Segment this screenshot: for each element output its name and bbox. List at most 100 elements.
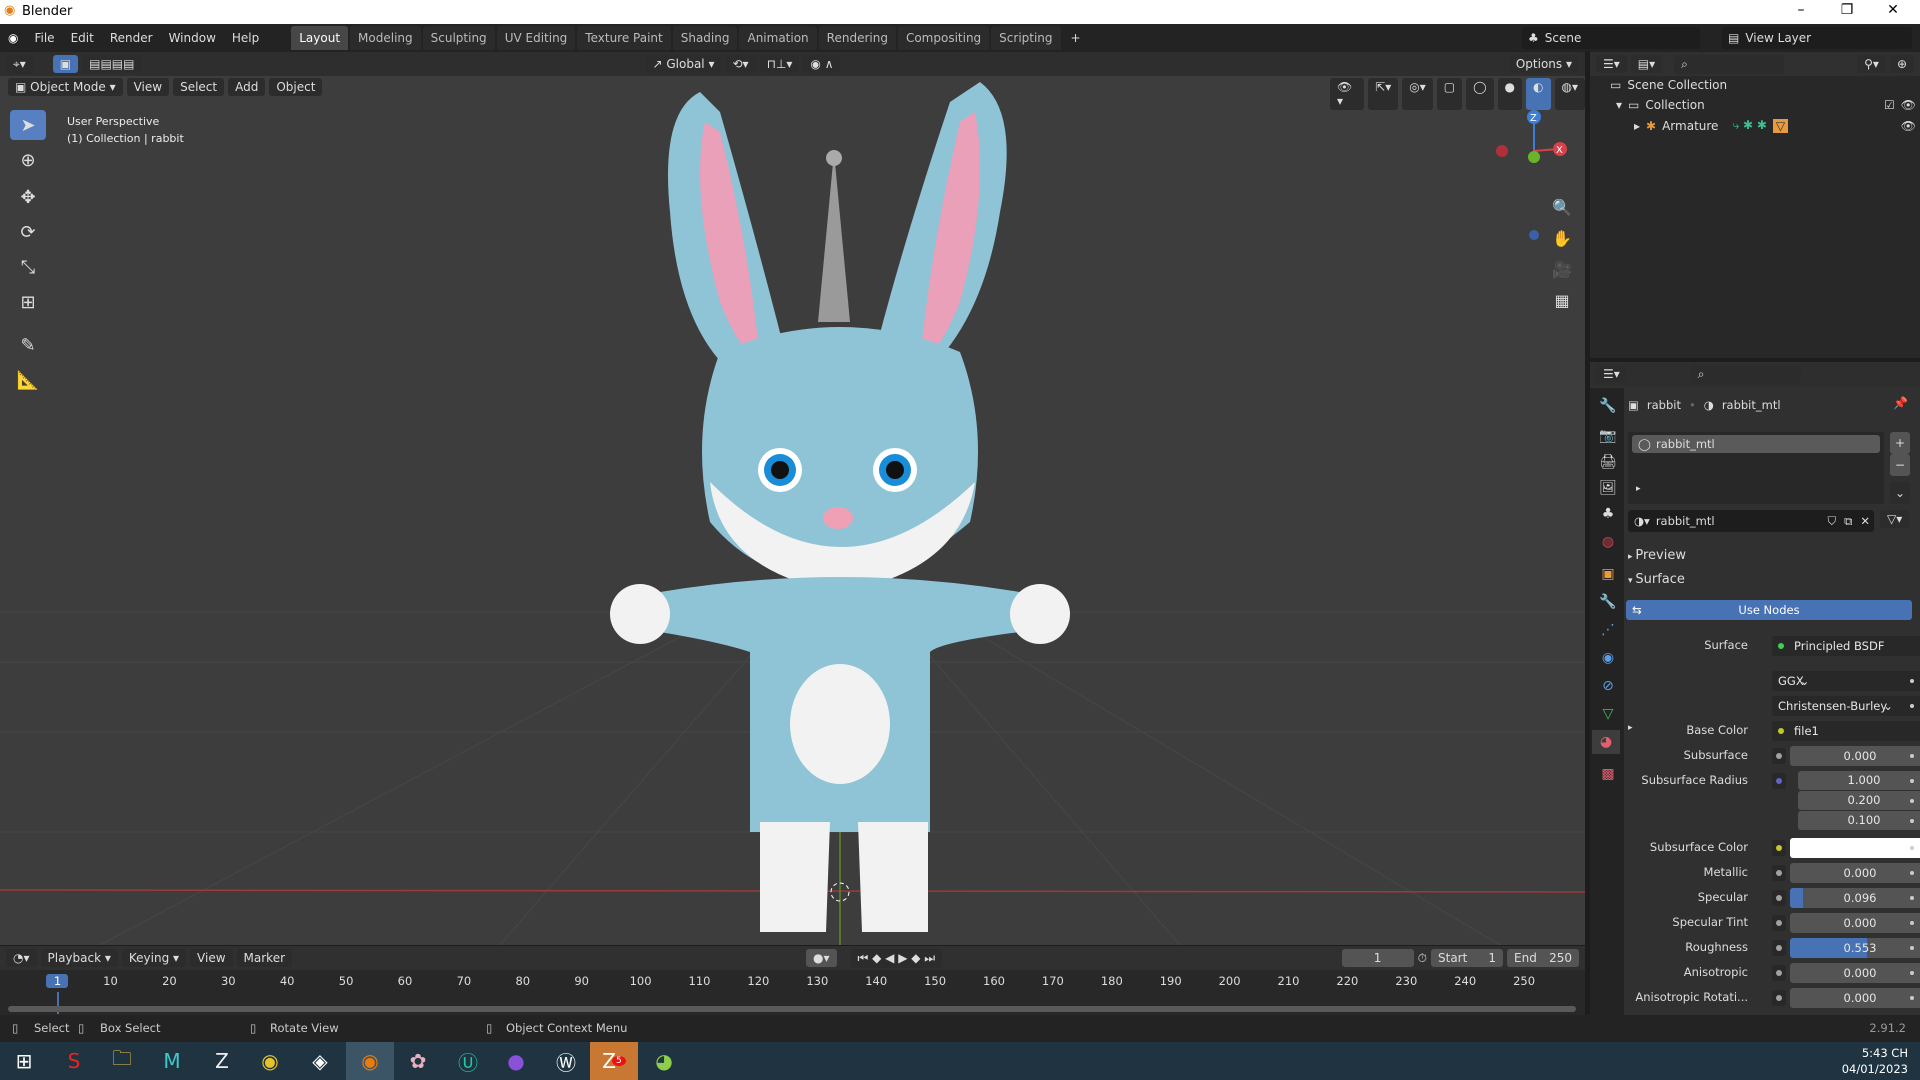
w-app-icon[interactable]: Ⓦ bbox=[542, 1042, 590, 1080]
auto-keying-icon[interactable]: ●▾ bbox=[806, 949, 837, 967]
menu-view[interactable]: View bbox=[126, 78, 170, 96]
tree-item-collection[interactable]: ▾ ▭ Collection ☑ 👁 bbox=[1616, 98, 1916, 112]
github-app-icon[interactable]: ● bbox=[492, 1042, 540, 1080]
socket-icon[interactable] bbox=[1772, 748, 1786, 764]
socket-icon[interactable] bbox=[1772, 915, 1786, 931]
display-mode-icon[interactable]: ☰▾ bbox=[1596, 55, 1627, 73]
timeline-scrollbar[interactable] bbox=[8, 1006, 1576, 1012]
select-tool-icon[interactable]: ➤ bbox=[10, 110, 46, 140]
surface-shader-field[interactable]: Principled BSDF bbox=[1772, 636, 1920, 656]
unlink-icon[interactable]: ✕ bbox=[1856, 514, 1874, 528]
tab-sculpting[interactable]: Sculpting bbox=[422, 26, 495, 50]
tab-object-icon[interactable]: ▣ bbox=[1596, 562, 1620, 586]
subsurface-radius-field[interactable]: 1.000 bbox=[1798, 771, 1920, 790]
properties-search[interactable]: ⌕ bbox=[1690, 364, 1801, 384]
xray-icon[interactable]: ▢ bbox=[1436, 78, 1463, 110]
tab-modifiers-icon[interactable]: 🔧 bbox=[1596, 590, 1620, 614]
tab-uv-editing[interactable]: UV Editing bbox=[496, 26, 576, 50]
specular-tint-slider[interactable]: 0.000 bbox=[1790, 913, 1920, 933]
panel-surface[interactable]: ▾ Surface bbox=[1628, 572, 1685, 587]
tab-texture-icon[interactable]: ▩ bbox=[1596, 762, 1620, 786]
tab-render-icon[interactable]: 📷 bbox=[1596, 424, 1620, 448]
menu-edit[interactable]: Edit bbox=[63, 31, 102, 45]
end-frame-field[interactable]: End 250 bbox=[1507, 949, 1579, 967]
fake-user-icon[interactable]: ⛉ bbox=[1824, 514, 1841, 529]
zoom-icon[interactable]: 🔍 bbox=[1547, 192, 1577, 223]
subsurface-radius-field[interactable]: 0.100 bbox=[1798, 811, 1920, 830]
editor-type-icon[interactable]: ◔▾ bbox=[6, 949, 37, 967]
camera-view-icon[interactable]: 🎥 bbox=[1547, 254, 1577, 285]
rotate-tool-icon[interactable]: ⟳ bbox=[10, 217, 46, 247]
material-slot-list[interactable]: ◯ rabbit_mtl ▸ bbox=[1628, 432, 1884, 504]
tab-view-layer-icon[interactable]: 🖼 bbox=[1596, 476, 1620, 500]
upwork-app-icon[interactable]: Ⓤ bbox=[444, 1042, 492, 1080]
subsurface-radius-field[interactable]: 0.200 bbox=[1798, 791, 1920, 810]
file-explorer-icon[interactable]: 🗀 bbox=[98, 1042, 146, 1080]
rabbit-model[interactable] bbox=[610, 82, 1070, 932]
playback-controls[interactable]: ⏮ ◆ ◀ ▶ ◆ ⏭ bbox=[850, 948, 943, 968]
menu-marker[interactable]: Marker bbox=[236, 949, 293, 967]
menu-keying[interactable]: Keying ▾ bbox=[121, 949, 187, 967]
shading-wireframe-icon[interactable]: ◯ bbox=[1466, 78, 1494, 110]
menu-select[interactable]: Select bbox=[173, 78, 225, 96]
visibility-eye-icon[interactable]: 👁 bbox=[1901, 119, 1916, 133]
tab-compositing[interactable]: Compositing bbox=[897, 26, 990, 50]
annotate-tool-icon[interactable]: ✎ bbox=[10, 330, 46, 360]
proportional-edit[interactable]: ◉ ∧ bbox=[803, 55, 841, 73]
close-button[interactable]: ✕ bbox=[1870, 2, 1916, 18]
socket-icon[interactable] bbox=[1772, 890, 1786, 906]
tab-constraints-icon[interactable]: ⊘ bbox=[1596, 674, 1620, 698]
slot-specials-icon[interactable]: ⌄ bbox=[1890, 482, 1910, 504]
editor-type-icon[interactable]: ⌖▾ bbox=[6, 54, 33, 74]
new-collection-icon[interactable]: ⊕ bbox=[1889, 55, 1914, 73]
tree-item-armature[interactable]: ▸ ✱ Armature ⤷ ✱ ✱ ▽ 👁 bbox=[1634, 118, 1916, 133]
tab-texture-paint[interactable]: Texture Paint bbox=[577, 26, 671, 50]
menu-render[interactable]: Render bbox=[102, 31, 161, 45]
editor-type-icon[interactable]: ☰▾ bbox=[1596, 365, 1627, 383]
tab-scripting[interactable]: Scripting bbox=[991, 26, 1061, 50]
tab-shading[interactable]: Shading bbox=[672, 26, 738, 50]
scene-selector[interactable]: ♣ Scene bbox=[1522, 27, 1700, 49]
menu-view[interactable]: View bbox=[190, 949, 233, 967]
expand-arrow-icon[interactable]: ▸ bbox=[1634, 119, 1640, 133]
menu-add[interactable]: Add bbox=[228, 78, 266, 96]
current-frame-field[interactable]: 1 bbox=[1341, 949, 1414, 967]
shading-rendered-icon[interactable]: ◍▾ bbox=[1554, 78, 1585, 110]
mode-selector[interactable]: ▣ Object Mode ▾ bbox=[8, 78, 123, 96]
anisotropic-slider[interactable]: 0.000 bbox=[1790, 963, 1920, 983]
chrome-app-icon[interactable]: ◉ bbox=[246, 1042, 294, 1080]
tab-data-icon[interactable]: ▽ bbox=[1596, 702, 1620, 726]
menu-playback[interactable]: Playback ▾ bbox=[40, 949, 118, 967]
socket-icon[interactable] bbox=[1772, 773, 1786, 789]
add-slot-button[interactable]: + bbox=[1890, 432, 1910, 454]
roughness-slider[interactable]: 0.553 bbox=[1790, 938, 1920, 958]
scale-tool-icon[interactable]: ⤡ bbox=[10, 252, 46, 282]
menu-window[interactable]: Window bbox=[161, 31, 224, 45]
subsurface-color-swatch[interactable] bbox=[1790, 838, 1920, 858]
add-workspace-icon[interactable]: + bbox=[1063, 31, 1089, 45]
socket-icon[interactable] bbox=[1772, 840, 1786, 856]
visibility-eye-icon[interactable]: 👁 bbox=[1901, 98, 1916, 112]
socket-icon[interactable] bbox=[1772, 965, 1786, 981]
filter-icon[interactable]: ⚲▾ bbox=[1857, 55, 1886, 73]
shading-material-icon[interactable]: ◐ bbox=[1526, 78, 1551, 110]
start-frame-field[interactable]: Start 1 bbox=[1431, 949, 1503, 967]
pan-hand-icon[interactable]: ✋ bbox=[1547, 223, 1577, 254]
zalo-app-icon[interactable]: Z5 bbox=[590, 1042, 638, 1080]
socket-icon[interactable] bbox=[1772, 940, 1786, 956]
anisotropic-rotati-slider[interactable]: 0.000 bbox=[1790, 988, 1920, 1008]
view-layer-selector[interactable]: ▤ View Layer bbox=[1722, 27, 1912, 49]
material-datablock[interactable]: ◑▾ rabbit_mtl ⛉ ⧉ ✕ bbox=[1628, 510, 1874, 532]
tab-scene-icon[interactable]: ♣ bbox=[1596, 502, 1620, 526]
tab-animation[interactable]: Animation bbox=[739, 26, 817, 50]
browse-material-icon[interactable]: ◑▾ bbox=[1628, 514, 1656, 528]
panel-preview[interactable]: ▸ Preview bbox=[1628, 548, 1686, 563]
menu-object[interactable]: Object bbox=[269, 78, 323, 96]
subsurface-method-dropdown[interactable]: Christensen-Burley⌄ bbox=[1772, 696, 1920, 716]
expand-arrow-icon[interactable]: ▸ bbox=[1628, 723, 1633, 733]
pivot-point[interactable]: ⟲▾ bbox=[725, 55, 756, 73]
tab-tool-icon[interactable]: 🔧 bbox=[1596, 394, 1620, 418]
outliner-search[interactable]: ⌕ bbox=[1674, 54, 1785, 74]
measure-tool-icon[interactable]: 📐 bbox=[10, 365, 46, 395]
move-tool-icon[interactable]: ✥ bbox=[10, 182, 46, 212]
